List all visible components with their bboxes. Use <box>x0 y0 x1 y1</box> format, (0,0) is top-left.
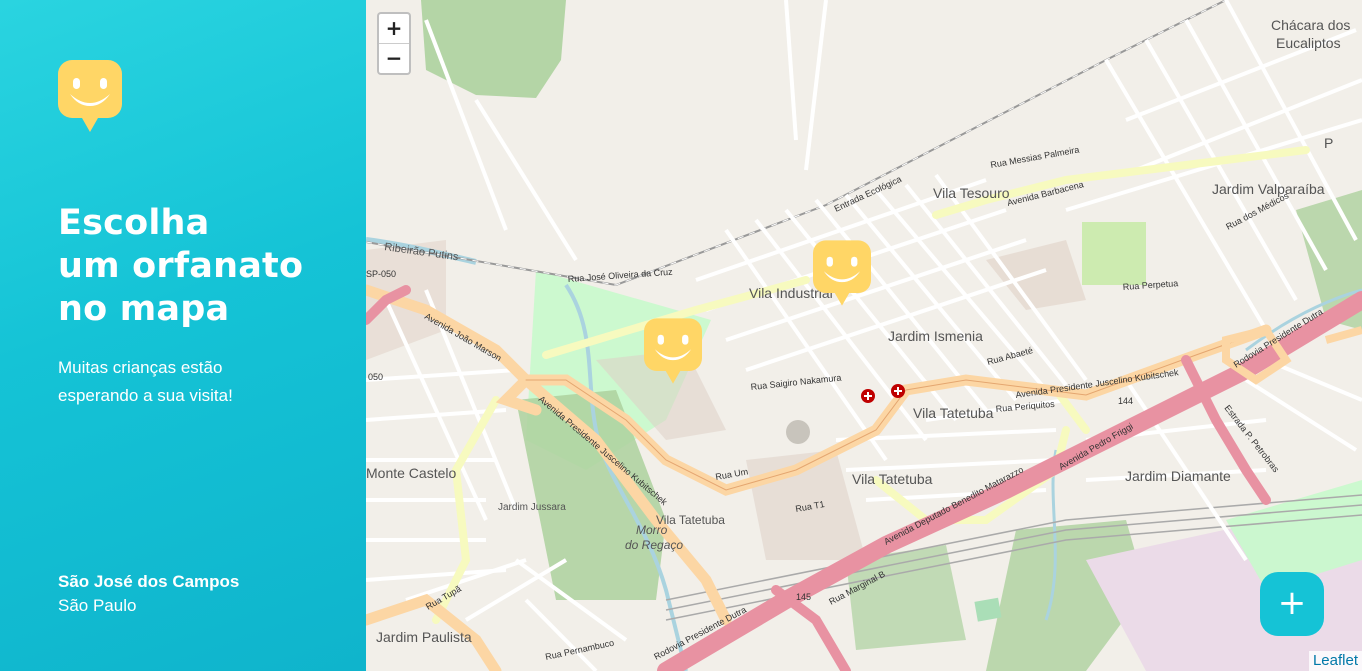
page-title: Escolha um orfanato no mapa <box>58 202 358 331</box>
add-orphanage-button[interactable]: + <box>1260 572 1324 636</box>
place-label: Morro <box>636 523 668 537</box>
place-label: Jardim Diamante <box>1125 468 1231 484</box>
orphanage-marker-icon[interactable] <box>813 240 871 306</box>
location: São José dos Campos São Paulo <box>58 570 239 618</box>
road-shield: 144 <box>1118 396 1133 406</box>
place-label: Jardim Jussara <box>498 502 566 513</box>
state-name: São Paulo <box>58 596 137 615</box>
road-shield: SP-050 <box>366 269 396 279</box>
happy-face-logo-icon <box>58 60 122 132</box>
sidebar: Escolha um orfanato no mapa Muitas crian… <box>0 0 366 671</box>
title-line: um orfanato <box>58 246 304 286</box>
map-container[interactable]: Chácara dos Eucaliptos Vila Tesouro Jard… <box>366 0 1362 671</box>
title-line: Escolha <box>58 203 210 243</box>
leaflet-attribution-link[interactable]: Leaflet <box>1308 651 1362 671</box>
place-label: Monte Castelo <box>366 465 456 481</box>
place-label: Jardim Ismenia <box>888 328 983 344</box>
hospital-icon <box>891 384 905 398</box>
place-label: Jardim Valparaíba <box>1212 181 1325 197</box>
parking-icon: P <box>1324 135 1333 151</box>
zoom-out-button[interactable]: − <box>379 44 409 73</box>
zoom-control: + − <box>377 12 411 75</box>
place-label: do Regaço <box>625 538 683 552</box>
city-name: São José dos Campos <box>58 572 240 591</box>
place-label: Vila Tatetuba <box>913 405 994 421</box>
hospital-icon <box>861 389 875 403</box>
place-label: Chácara dos <box>1271 17 1350 33</box>
road-shield: 050 <box>368 372 383 382</box>
orphanage-marker-icon[interactable] <box>644 318 702 384</box>
map-tiles[interactable]: Chácara dos Eucaliptos Vila Tesouro Jard… <box>366 0 1362 671</box>
title-line: no mapa <box>58 289 230 329</box>
zoom-in-button[interactable]: + <box>379 14 409 44</box>
road-shield: 145 <box>796 592 811 602</box>
place-label: Vila Tatetuba <box>852 471 933 487</box>
place-label: Jardim Paulista <box>376 629 472 645</box>
subtitle: Muitas crianças estão esperando a sua vi… <box>58 358 233 405</box>
place-label: Eucaliptos <box>1276 35 1341 51</box>
place-label: Vila Tesouro <box>933 185 1010 201</box>
